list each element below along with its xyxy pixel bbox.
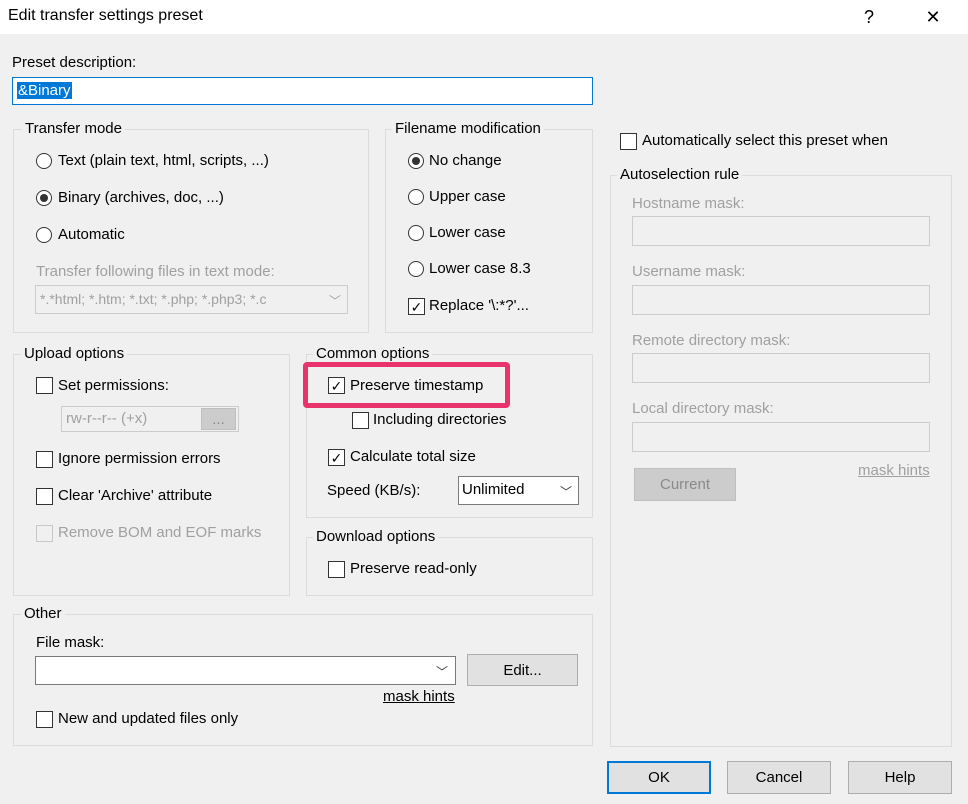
radio-no-change[interactable] bbox=[408, 153, 424, 169]
radio-lower-case-label: Lower case bbox=[429, 224, 506, 241]
calculate-total-size-label: Calculate total size bbox=[350, 448, 476, 465]
radio-binary-mode[interactable] bbox=[36, 190, 52, 206]
new-updated-files-label: New and updated files only bbox=[58, 710, 239, 727]
autoselection-rule-group bbox=[610, 175, 952, 747]
autoselection-rule-title: Autoselection rule bbox=[617, 166, 743, 183]
radio-upper-case-label: Upper case bbox=[429, 188, 506, 205]
radio-lower-case[interactable] bbox=[408, 225, 424, 241]
preset-description-input[interactable]: &Binary bbox=[12, 77, 593, 105]
help-button[interactable]: Help bbox=[848, 761, 952, 794]
preserve-timestamp-checkbox[interactable]: ✓ bbox=[328, 377, 345, 394]
new-updated-files-checkbox[interactable] bbox=[36, 711, 53, 728]
other-title: Other bbox=[21, 605, 65, 622]
username-mask-label: Username mask: bbox=[632, 263, 746, 280]
radio-no-change-label: No change bbox=[429, 152, 502, 169]
auto-select-label: Automatically select this preset when bbox=[642, 132, 888, 149]
text-mode-files-combo[interactable]: *.*html; *.htm; *.txt; *.php; *.php3; *.… bbox=[35, 285, 348, 314]
speed-select[interactable]: Unlimited ﹀ bbox=[458, 476, 579, 505]
preserve-readonly-label: Preserve read-only bbox=[350, 560, 477, 577]
hostname-mask-input[interactable] bbox=[632, 216, 930, 246]
ignore-permission-errors-label: Ignore permission errors bbox=[58, 450, 221, 467]
permissions-value: rw-r--r-- (+x) bbox=[66, 410, 148, 427]
username-mask-input[interactable] bbox=[632, 285, 930, 315]
text-mode-files-value: *.*html; *.htm; *.txt; *.php; *.php3; *.… bbox=[40, 291, 267, 307]
remote-dir-mask-label: Remote directory mask: bbox=[632, 332, 791, 349]
set-permissions-label: Set permissions: bbox=[58, 377, 169, 394]
preserve-timestamp-label: Preserve timestamp bbox=[350, 377, 484, 394]
ok-button[interactable]: OK bbox=[607, 761, 711, 794]
radio-lower-case-83-label: Lower case 8.3 bbox=[429, 260, 531, 277]
chevron-down-icon: ﹀ bbox=[560, 485, 573, 499]
calculate-total-size-checkbox[interactable]: ✓ bbox=[328, 449, 345, 466]
including-directories-checkbox[interactable] bbox=[352, 412, 369, 429]
radio-automatic-mode[interactable] bbox=[36, 227, 52, 243]
radio-lower-case-83[interactable] bbox=[408, 261, 424, 277]
cancel-button[interactable]: Cancel bbox=[727, 761, 831, 794]
replace-chars-checkbox[interactable]: ✓ bbox=[408, 298, 425, 315]
transfer-mode-title: Transfer mode bbox=[22, 120, 125, 137]
remove-bom-checkbox[interactable] bbox=[36, 525, 53, 542]
permissions-browse-button[interactable]: ... bbox=[201, 408, 236, 430]
help-title-button[interactable]: ? bbox=[846, 0, 892, 34]
clear-archive-checkbox[interactable] bbox=[36, 488, 53, 505]
clear-archive-label: Clear 'Archive' attribute bbox=[58, 487, 213, 504]
set-permissions-checkbox[interactable] bbox=[36, 377, 53, 394]
including-directories-label: Including directories bbox=[373, 411, 507, 428]
local-dir-mask-label: Local directory mask: bbox=[632, 400, 774, 417]
preset-description-label: Preset description: bbox=[12, 54, 137, 71]
chevron-down-icon: ﹀ bbox=[329, 294, 342, 308]
file-mask-edit-button[interactable]: Edit... bbox=[467, 654, 578, 686]
remove-bom-label: Remove BOM and EOF marks bbox=[58, 524, 262, 541]
preset-description-value: &Binary bbox=[17, 82, 72, 99]
ignore-permission-errors-checkbox[interactable] bbox=[36, 451, 53, 468]
chevron-down-icon: ﹀ bbox=[436, 665, 449, 679]
speed-label: Speed (KB/s): bbox=[327, 482, 421, 499]
file-mask-hints-link[interactable]: mask hints bbox=[383, 688, 455, 705]
file-mask-label: File mask: bbox=[36, 634, 105, 651]
window-title: Edit transfer settings preset bbox=[8, 7, 203, 24]
auto-select-checkbox[interactable] bbox=[620, 133, 637, 150]
upload-options-title: Upload options bbox=[21, 345, 128, 362]
radio-upper-case[interactable] bbox=[408, 189, 424, 205]
speed-value: Unlimited bbox=[462, 481, 525, 498]
radio-text-label: Text (plain text, html, scripts, ...) bbox=[58, 152, 269, 169]
auto-mask-hints-link[interactable]: mask hints bbox=[858, 462, 930, 479]
radio-automatic-label: Automatic bbox=[58, 226, 125, 243]
filename-modification-title: Filename modification bbox=[392, 120, 544, 137]
common-options-title: Common options bbox=[313, 345, 433, 362]
download-options-title: Download options bbox=[313, 528, 439, 545]
hostname-mask-label: Hostname mask: bbox=[632, 195, 745, 212]
replace-chars-label: Replace '\:*?'... bbox=[429, 297, 529, 314]
radio-binary-label: Binary (archives, doc, ...) bbox=[58, 189, 224, 206]
remote-dir-mask-input[interactable] bbox=[632, 353, 930, 383]
current-button[interactable]: Current bbox=[634, 468, 736, 501]
file-mask-input[interactable]: ﹀ bbox=[35, 656, 456, 685]
text-mode-files-label: Transfer following files in text mode: bbox=[36, 263, 275, 280]
close-icon[interactable]: ✕ bbox=[910, 0, 956, 34]
local-dir-mask-input[interactable] bbox=[632, 422, 930, 452]
radio-text-mode[interactable] bbox=[36, 153, 52, 169]
preserve-readonly-checkbox[interactable] bbox=[328, 561, 345, 578]
